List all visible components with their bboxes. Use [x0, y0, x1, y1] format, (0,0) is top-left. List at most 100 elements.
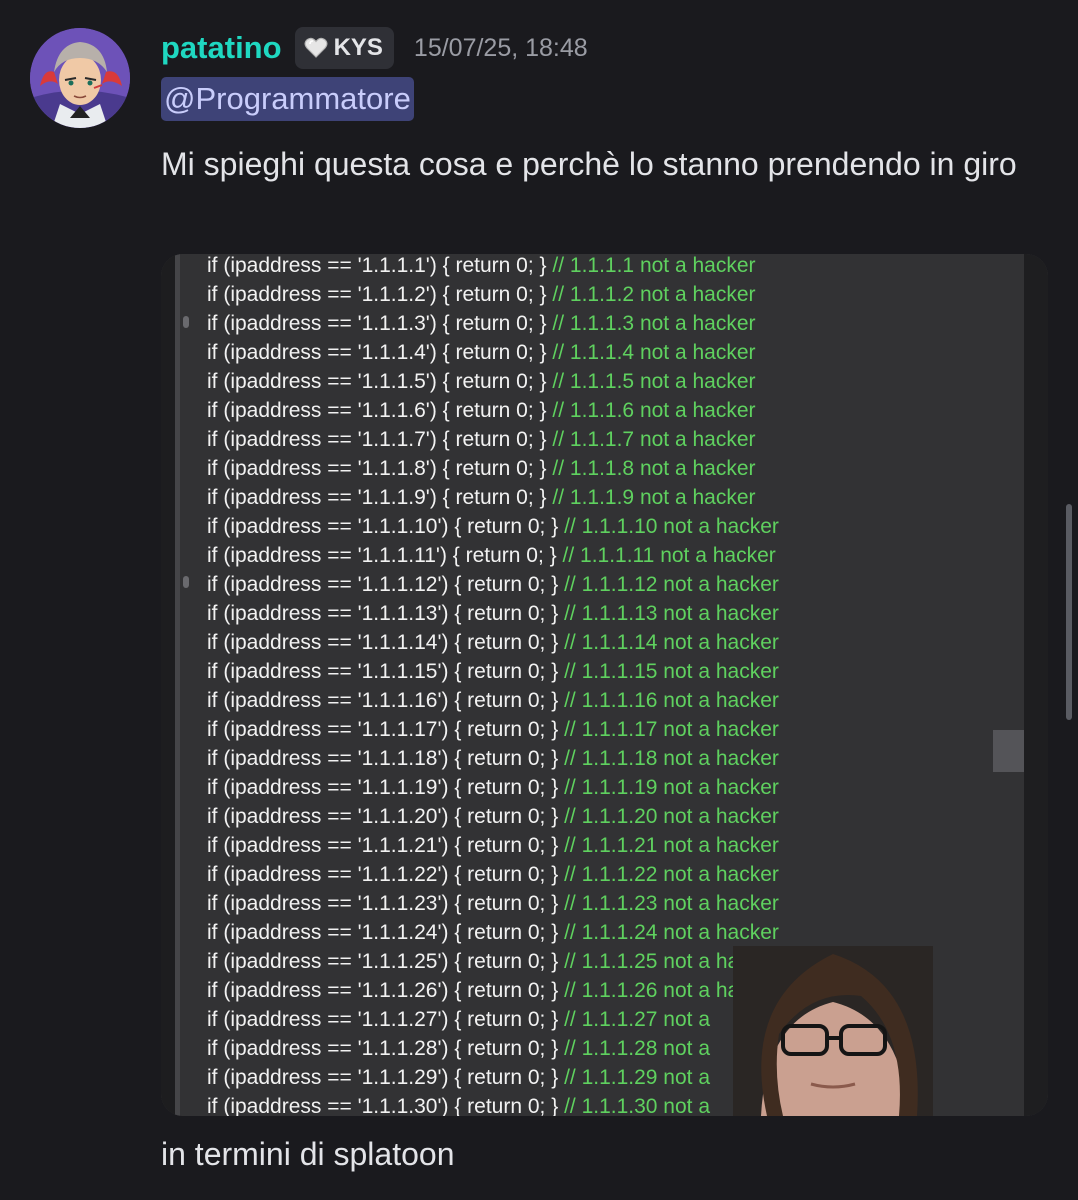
- webcam-overlay: [733, 946, 933, 1116]
- code-line: if (ipaddress == '1.1.1.25') { return 0;…: [207, 950, 779, 973]
- code-line-code: if (ipaddress == '1.1.1.4') { return 0; …: [207, 341, 552, 364]
- code-line-comment: // 1.1.1.20 not a hacker: [564, 805, 779, 828]
- code-line: if (ipaddress == '1.1.1.6') { return 0; …: [207, 399, 756, 422]
- code-line-comment: // 1.1.1.26 not a ha: [564, 979, 739, 1002]
- scrollbar[interactable]: [1066, 504, 1072, 720]
- code-line: if (ipaddress == '1.1.1.23') { return 0;…: [207, 892, 779, 915]
- heart-icon: [304, 37, 328, 58]
- code-line: if (ipaddress == '1.1.1.17') { return 0;…: [207, 718, 779, 741]
- code-line: if (ipaddress == '1.1.1.15') { return 0;…: [207, 660, 779, 683]
- code-line: if (ipaddress == '1.1.1.13') { return 0;…: [207, 602, 779, 625]
- server-tag-label: KYS: [333, 34, 383, 61]
- code-line: if (ipaddress == '1.1.1.12') { return 0;…: [207, 573, 779, 596]
- code-line-comment: // 1.1.1.22 not a hacker: [564, 863, 779, 886]
- code-line-code: if (ipaddress == '1.1.1.27') { return 0;…: [207, 1008, 564, 1031]
- code-line: if (ipaddress == '1.1.1.9') { return 0; …: [207, 486, 756, 509]
- code-line-comment: // 1.1.1.30 not a: [564, 1095, 710, 1116]
- code-line: if (ipaddress == '1.1.1.8') { return 0; …: [207, 457, 756, 480]
- code-line: if (ipaddress == '1.1.1.24') { return 0;…: [207, 921, 779, 944]
- code-line: if (ipaddress == '1.1.1.22') { return 0;…: [207, 863, 779, 886]
- code-line-code: if (ipaddress == '1.1.1.16') { return 0;…: [207, 689, 564, 712]
- code-line-code: if (ipaddress == '1.1.1.19') { return 0;…: [207, 776, 564, 799]
- code-line-code: if (ipaddress == '1.1.1.29') { return 0;…: [207, 1066, 564, 1089]
- code-line: if (ipaddress == '1.1.1.11') { return 0;…: [207, 544, 776, 567]
- code-line-code: if (ipaddress == '1.1.1.11') { return 0;…: [207, 544, 563, 567]
- code-line-comment: // 1.1.1.19 not a hacker: [564, 776, 779, 799]
- code-line: if (ipaddress == '1.1.1.3') { return 0; …: [207, 312, 756, 335]
- code-line: if (ipaddress == '1.1.1.27') { return 0;…: [207, 1008, 710, 1031]
- code-line-code: if (ipaddress == '1.1.1.5') { return 0; …: [207, 370, 552, 393]
- code-line-comment: // 1.1.1.6 not a hacker: [552, 399, 755, 422]
- code-line-comment: // 1.1.1.2 not a hacker: [552, 283, 755, 306]
- code-line-comment: // 1.1.1.11 not a hacker: [563, 544, 776, 567]
- code-line-comment: // 1.1.1.12 not a hacker: [564, 573, 779, 596]
- code-line-comment: // 1.1.1.24 not a hacker: [564, 921, 779, 944]
- code-line-code: if (ipaddress == '1.1.1.15') { return 0;…: [207, 660, 564, 683]
- code-line-code: if (ipaddress == '1.1.1.10') { return 0;…: [207, 515, 564, 538]
- user-mention[interactable]: @Programmatore: [161, 77, 414, 121]
- avatar-illustration: [30, 28, 130, 128]
- code-line-code: if (ipaddress == '1.1.1.3') { return 0; …: [207, 312, 552, 335]
- code-line-code: if (ipaddress == '1.1.1.13') { return 0;…: [207, 602, 564, 625]
- code-line-comment: // 1.1.1.4 not a hacker: [552, 341, 755, 364]
- code-line-code: if (ipaddress == '1.1.1.26') { return 0;…: [207, 979, 564, 1002]
- code-line: if (ipaddress == '1.1.1.5') { return 0; …: [207, 370, 756, 393]
- code-line-comment: // 1.1.1.7 not a hacker: [552, 428, 755, 451]
- code-line-comment: // 1.1.1.1 not a hacker: [552, 254, 755, 277]
- code-line-comment: // 1.1.1.8 not a hacker: [552, 457, 755, 480]
- code-line-code: if (ipaddress == '1.1.1.30') { return 0;…: [207, 1095, 564, 1116]
- code-line-code: if (ipaddress == '1.1.1.22') { return 0;…: [207, 863, 564, 886]
- code-line-comment: // 1.1.1.9 not a hacker: [552, 486, 755, 509]
- code-screenshot: if (ipaddress == '1.1.1.1') { return 0; …: [161, 254, 1048, 1116]
- code-line-comment: // 1.1.1.17 not a hacker: [564, 718, 779, 741]
- code-line: if (ipaddress == '1.1.1.26') { return 0;…: [207, 979, 740, 1002]
- server-tag-badge[interactable]: KYS: [294, 27, 394, 69]
- code-line-code: if (ipaddress == '1.1.1.8') { return 0; …: [207, 457, 552, 480]
- code-line: if (ipaddress == '1.1.1.2') { return 0; …: [207, 283, 756, 306]
- code-line: if (ipaddress == '1.1.1.30') { return 0;…: [207, 1095, 710, 1116]
- code-line: if (ipaddress == '1.1.1.29') { return 0;…: [207, 1066, 710, 1089]
- code-line-comment: // 1.1.1.5 not a hacker: [552, 370, 755, 393]
- code-line: if (ipaddress == '1.1.1.4') { return 0; …: [207, 341, 756, 364]
- code-line-comment: // 1.1.1.27 not a: [564, 1008, 710, 1031]
- code-line-code: if (ipaddress == '1.1.1.7') { return 0; …: [207, 428, 552, 451]
- code-line: if (ipaddress == '1.1.1.21') { return 0;…: [207, 834, 779, 857]
- image-attachment[interactable]: if (ipaddress == '1.1.1.1') { return 0; …: [161, 254, 1048, 1116]
- code-line-code: if (ipaddress == '1.1.1.9') { return 0; …: [207, 486, 552, 509]
- code-line-code: if (ipaddress == '1.1.1.14') { return 0;…: [207, 631, 564, 654]
- code-line: if (ipaddress == '1.1.1.16') { return 0;…: [207, 689, 779, 712]
- code-line-code: if (ipaddress == '1.1.1.6') { return 0; …: [207, 399, 552, 422]
- code-line: if (ipaddress == '1.1.1.20') { return 0;…: [207, 805, 779, 828]
- code-line: if (ipaddress == '1.1.1.19') { return 0;…: [207, 776, 779, 799]
- code-line: if (ipaddress == '1.1.1.14') { return 0;…: [207, 631, 779, 654]
- code-line: if (ipaddress == '1.1.1.28') { return 0;…: [207, 1037, 710, 1060]
- code-line: if (ipaddress == '1.1.1.7') { return 0; …: [207, 428, 756, 451]
- code-line-comment: // 1.1.1.13 not a hacker: [564, 602, 779, 625]
- chat-message: patatino KYS 15/07/25, 18:48 @Programmat…: [0, 0, 1078, 1200]
- code-line-comment: // 1.1.1.18 not a hacker: [564, 747, 779, 770]
- code-line-comment: // 1.1.1.14 not a hacker: [564, 631, 779, 654]
- code-line-code: if (ipaddress == '1.1.1.28') { return 0;…: [207, 1037, 564, 1060]
- code-line-comment: // 1.1.1.29 not a: [564, 1066, 710, 1089]
- code-line-code: if (ipaddress == '1.1.1.2') { return 0; …: [207, 283, 552, 306]
- message-followup-text: in termini di splatoon: [161, 1136, 455, 1172]
- username[interactable]: patatino: [161, 30, 282, 66]
- code-line-comment: // 1.1.1.21 not a hacker: [564, 834, 779, 857]
- code-line-code: if (ipaddress == '1.1.1.24') { return 0;…: [207, 921, 564, 944]
- code-line-comment: // 1.1.1.28 not a: [564, 1037, 710, 1060]
- user-avatar[interactable]: [30, 28, 130, 128]
- code-line-code: if (ipaddress == '1.1.1.12') { return 0;…: [207, 573, 564, 596]
- code-line-code: if (ipaddress == '1.1.1.23') { return 0;…: [207, 892, 564, 915]
- code-line: if (ipaddress == '1.1.1.10') { return 0;…: [207, 515, 779, 538]
- code-line-code: if (ipaddress == '1.1.1.1') { return 0; …: [207, 254, 552, 277]
- code-line-comment: // 1.1.1.16 not a hacker: [564, 689, 779, 712]
- code-line: if (ipaddress == '1.1.1.1') { return 0; …: [207, 254, 756, 277]
- code-line-code: if (ipaddress == '1.1.1.18') { return 0;…: [207, 747, 564, 770]
- message-timestamp: 15/07/25, 18:48: [413, 33, 588, 62]
- code-line-code: if (ipaddress == '1.1.1.21') { return 0;…: [207, 834, 564, 857]
- code-line-code: if (ipaddress == '1.1.1.20') { return 0;…: [207, 805, 564, 828]
- code-line-comment: // 1.1.1.15 not a hacker: [564, 660, 779, 683]
- code-line-comment: // 1.1.1.3 not a hacker: [552, 312, 755, 335]
- message-text: Mi spieghi questa cosa e perchè lo stann…: [161, 146, 1017, 182]
- message-header: patatino KYS 15/07/25, 18:48: [161, 26, 588, 70]
